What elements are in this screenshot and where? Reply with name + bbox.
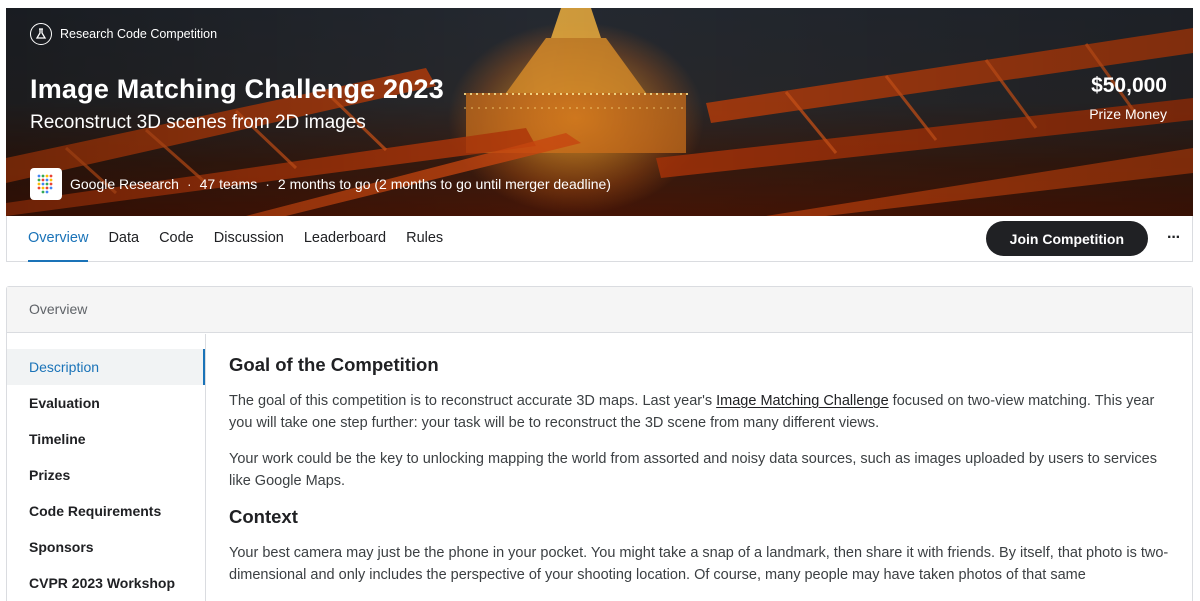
tab-list: Overview Data Code Discussion Leaderboar… xyxy=(28,216,463,262)
separator-dot: · xyxy=(186,176,192,192)
deadline-text: 2 months to go (2 months to go until mer… xyxy=(277,176,611,192)
tab-overview[interactable]: Overview xyxy=(28,216,89,262)
tab-code[interactable]: Code xyxy=(159,216,194,262)
competition-page: Research Code Competition Image Matching… xyxy=(0,0,1200,601)
sidebar-item-sponsors[interactable]: Sponsors xyxy=(7,529,205,565)
more-options-icon[interactable]: ··· xyxy=(1167,229,1181,247)
context-paragraph-1: Your best camera may just be the phone i… xyxy=(229,545,1169,583)
join-competition-button[interactable]: Join Competition xyxy=(985,221,1148,256)
badge-label: Research Code Competition xyxy=(60,27,218,41)
goal-heading: Goal of the Competition xyxy=(229,354,439,375)
goal-paragraph-2: Your work could be the key to unlocking … xyxy=(229,451,1157,489)
host-name[interactable]: Google Research xyxy=(70,176,179,192)
overview-panel-heading: Overview xyxy=(7,287,1192,333)
tab-data[interactable]: Data xyxy=(108,216,139,262)
separator-dot: · xyxy=(265,176,270,192)
sidebar-item-cvpr-workshop[interactable]: CVPR 2023 Workshop xyxy=(7,565,205,601)
sidebar-item-timeline[interactable]: Timeline xyxy=(7,421,205,457)
competition-tab-bar: Overview Data Code Discussion Leaderboar… xyxy=(6,216,1193,262)
tab-discussion[interactable]: Discussion xyxy=(214,216,284,262)
tab-leaderboard[interactable]: Leaderboard xyxy=(304,216,386,262)
google-research-logo[interactable] xyxy=(30,168,62,200)
overview-content: Goal of the Competition The goal of this… xyxy=(229,334,1169,600)
prize-label: Prize Money xyxy=(1089,106,1167,122)
competition-subtitle: Reconstruct 3D scenes from 2D images xyxy=(30,112,366,133)
competition-title: Image Matching Challenge 2023 xyxy=(30,74,444,104)
sidebar-item-evaluation[interactable]: Evaluation xyxy=(7,385,205,421)
sidebar-item-prizes[interactable]: Prizes xyxy=(7,457,205,493)
prize-amount: $50,000 xyxy=(1091,74,1167,97)
goal-paragraph-1: The goal of this competition is to recon… xyxy=(229,390,1169,434)
flask-icon xyxy=(30,23,52,45)
sidebar-item-description[interactable]: Description xyxy=(7,349,205,385)
competition-banner: Research Code Competition Image Matching… xyxy=(6,8,1193,216)
overview-panel: Overview Description Evaluation Timeline… xyxy=(6,286,1193,601)
context-heading: Context xyxy=(229,506,298,527)
prize-block: $50,000 Prize Money xyxy=(1089,74,1167,122)
goal-text-before-link: The goal of this competition is to recon… xyxy=(229,393,717,409)
overview-sidebar: Description Evaluation Timeline Prizes C… xyxy=(7,334,206,601)
competition-type-badge: Research Code Competition xyxy=(30,23,217,45)
team-count[interactable]: 47 teams xyxy=(200,176,258,192)
host-info: Google Research · 47 teams · 2 months to… xyxy=(30,168,611,200)
sidebar-item-code-requirements[interactable]: Code Requirements xyxy=(7,493,205,529)
image-matching-challenge-link[interactable]: Image Matching Challenge xyxy=(716,393,889,409)
tab-rules[interactable]: Rules xyxy=(406,216,443,262)
